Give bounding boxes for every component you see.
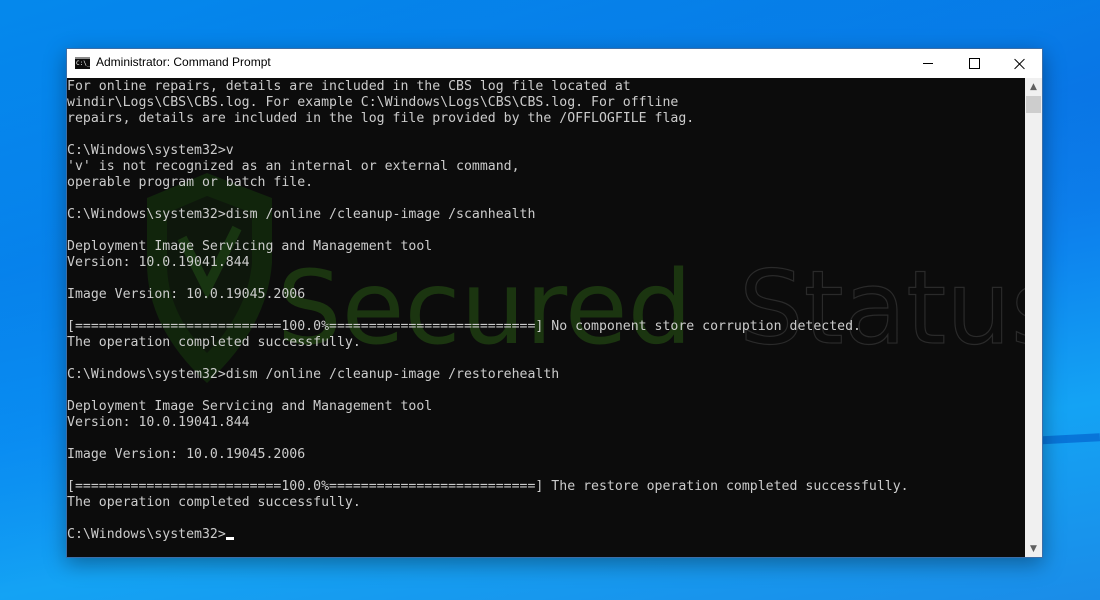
- command-prompt-window[interactable]: C:\_ Administrator: Command Prompt Secur…: [66, 48, 1043, 558]
- console-line: C:\Windows\system32>: [67, 527, 909, 543]
- scrollbar-thumb[interactable]: [1026, 96, 1041, 113]
- console-line: Deployment Image Servicing and Managemen…: [67, 239, 433, 254]
- close-icon: [1014, 58, 1026, 70]
- console-line: operable program or batch file.: [67, 175, 314, 190]
- console-line: Image Version: 10.0.19045.2006: [67, 447, 306, 462]
- console-line: [==========================100.0%=======…: [67, 319, 861, 334]
- scroll-up-button[interactable]: ▲: [1025, 78, 1042, 95]
- console-line: Version: 10.0.19041.844: [67, 415, 250, 430]
- vertical-scrollbar[interactable]: ▲ ▼: [1025, 78, 1042, 557]
- console-line: repairs, details are included in the log…: [67, 111, 695, 126]
- console-line: 'v' is not recognized as an internal or …: [67, 159, 520, 174]
- close-button[interactable]: [997, 49, 1043, 78]
- chevron-down-icon: ▼: [1030, 543, 1037, 554]
- console-lines: For online repairs, details are included…: [67, 79, 909, 543]
- text-cursor: [225, 537, 234, 540]
- console-line: C:\Windows\system32>v: [67, 143, 234, 158]
- minimize-icon: [923, 63, 933, 64]
- console-line: The operation completed successfully.: [67, 335, 361, 350]
- console-line: windir\Logs\CBS\CBS.log. For example C:\…: [67, 95, 679, 110]
- console-line: Version: 10.0.19041.844: [67, 255, 250, 270]
- window-title: Administrator: Command Prompt: [96, 55, 271, 69]
- console-output[interactable]: Secured Status For online repairs, detai…: [67, 78, 1025, 557]
- minimize-button[interactable]: [905, 49, 951, 78]
- console-line: C:\Windows\system32>dism /online /cleanu…: [67, 367, 560, 382]
- title-bar[interactable]: C:\_ Administrator: Command Prompt: [67, 49, 1042, 78]
- chevron-up-icon: ▲: [1030, 81, 1037, 92]
- console-line: The operation completed successfully.: [67, 495, 361, 510]
- maximize-button[interactable]: [951, 49, 997, 78]
- console-line: Deployment Image Servicing and Managemen…: [67, 399, 433, 414]
- maximize-icon: [968, 58, 980, 69]
- console-line: Image Version: 10.0.19045.2006: [67, 287, 306, 302]
- console-line: [==========================100.0%=======…: [67, 479, 909, 494]
- cmd-app-icon: C:\_: [75, 57, 90, 69]
- scroll-down-button[interactable]: ▼: [1025, 540, 1042, 557]
- console-line: For online repairs, details are included…: [67, 79, 631, 94]
- console-line: C:\Windows\system32>dism /online /cleanu…: [67, 207, 536, 222]
